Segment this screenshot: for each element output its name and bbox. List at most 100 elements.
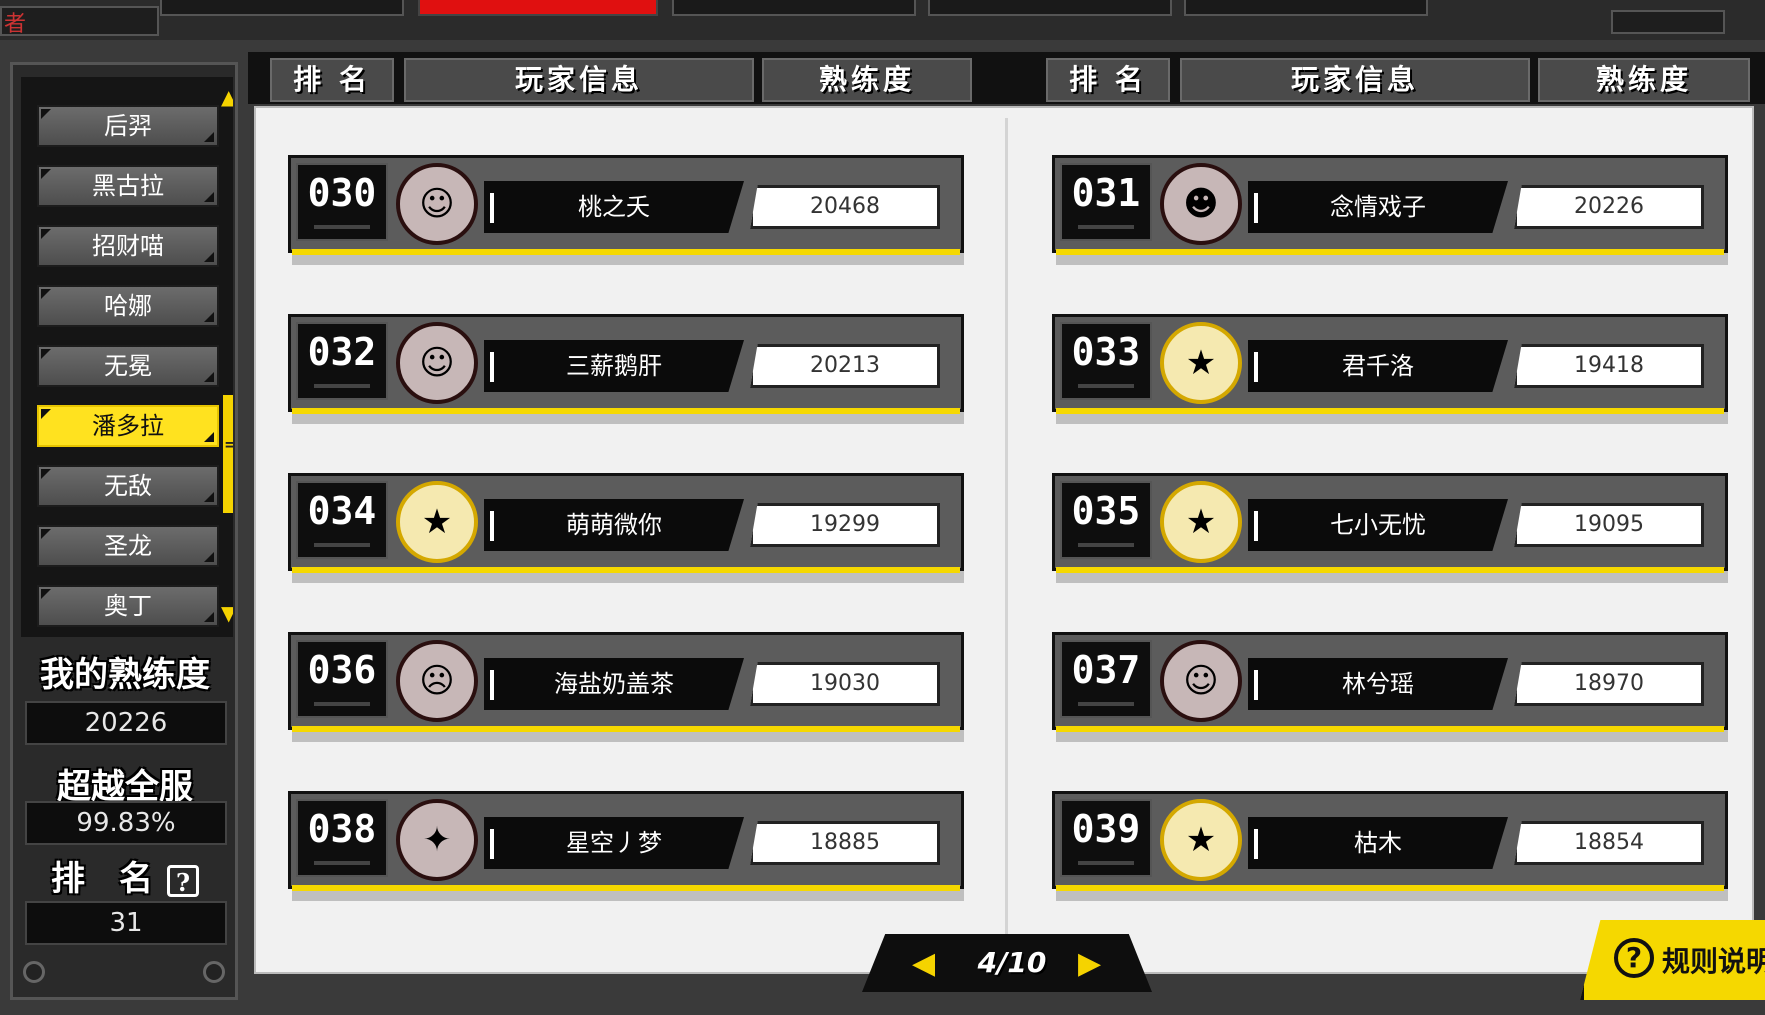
entry-accent [292,726,960,732]
hero-list[interactable]: 后羿黑古拉招财喵哈娜无冕潘多拉无敌圣龙奥丁 ▲ ▼ [21,77,233,637]
rank-number: 038 [296,799,388,877]
entry-accent [292,249,960,255]
top-tab-5[interactable] [1184,0,1428,16]
header-proficiency-right: 熟练度 [1538,58,1750,102]
top-tab-2-active[interactable] [418,0,658,16]
player-name: 萌萌微你 [484,499,744,551]
star-hero-avatar[interactable]: ★ [1160,322,1242,404]
rank-number: 034 [296,481,388,559]
rank-number: 037 [1060,640,1152,718]
hero-item[interactable]: 黑古拉 [37,165,219,207]
rules-label: 规则说明 [1662,945,1765,978]
proficiency-score: 20226 [1514,185,1704,229]
leaderboard-entry: 034 ★ 萌萌微你 19299 [288,473,964,583]
left-panel: 后羿黑古拉招财喵哈娜无冕潘多拉无敌圣龙奥丁 ▲ ▼ 我的熟练度 20226 超越… [10,62,238,1000]
player-name: 星空丿梦 [484,817,744,869]
leaderboard-entry: 031 ☻ 念情戏子 20226 [1052,155,1728,265]
player-name: 君千洛 [1248,340,1508,392]
white-hair-hero-avatar[interactable]: ☺ [396,322,478,404]
hero-item[interactable]: 无冕 [37,345,219,387]
top-left-tab[interactable]: 者 [0,6,159,37]
next-page-icon[interactable]: ▶ [1078,946,1101,981]
entry-accent [292,885,960,891]
header-rank-left: 排 名 [270,58,394,102]
entry-accent [1056,408,1724,414]
star-hero-avatar[interactable]: ★ [396,481,478,563]
top-tab-1[interactable] [160,0,404,16]
rank-label: 排 名 [51,859,153,899]
pager: ◀ 4/10 ▶ [862,934,1152,992]
proficiency-score: 20213 [750,344,940,388]
top-left-label: 者 [4,12,27,37]
rank-number: 031 [1060,163,1152,241]
header-proficiency-left: 熟练度 [762,58,972,102]
hero-item[interactable]: 哈娜 [37,285,219,327]
beat-server-value: 99.83% [25,801,227,845]
white-hair-hero-avatar[interactable]: ☺ [396,163,478,245]
player-name: 海盐奶盖茶 [484,658,744,710]
leaderboard-entry: 032 ☺ 三薪鹅肝 20213 [288,314,964,424]
leaderboard-entry: 033 ★ 君千洛 19418 [1052,314,1728,424]
bolt-icon [203,961,225,983]
leaderboard-entry: 039 ★ 枯木 18854 [1052,791,1728,901]
header-rank-right: 排 名 [1046,58,1170,102]
cat-hero-avatar[interactable]: ☻ [1160,163,1242,245]
scrollbar-thumb[interactable] [223,395,233,513]
star-hero-avatar[interactable]: ★ [1160,481,1242,563]
star-hero-avatar[interactable]: ★ [1160,799,1242,881]
entry-accent [1056,885,1724,891]
rank-number: 039 [1060,799,1152,877]
player-name: 七小无忧 [1248,499,1508,551]
my-proficiency-label: 我的熟练度 [40,655,210,695]
board-divider [1005,118,1008,944]
entry-accent [292,408,960,414]
header-player-left: 玩家信息 [404,58,754,102]
top-right-tab[interactable] [1611,10,1725,34]
entry-accent [1056,567,1724,573]
player-name: 枯木 [1248,817,1508,869]
leaderboard-header: 排 名 玩家信息 熟练度 排 名 玩家信息 熟练度 [248,52,1765,104]
leaderboard-entry: 037 ☺ 林兮瑶 18970 [1052,632,1728,742]
entry-accent [1056,249,1724,255]
player-name: 林兮瑶 [1248,658,1508,710]
top-tab-3[interactable] [672,0,916,16]
scroll-up-icon[interactable]: ▲ [221,85,233,109]
proficiency-score: 19095 [1514,503,1704,547]
rank-number: 030 [296,163,388,241]
my-rank-value: 31 [25,901,227,945]
page-indicator: 4/10 [977,946,1047,979]
proficiency-score: 18885 [750,821,940,865]
leaderboard-entry: 035 ★ 七小无忧 19095 [1052,473,1728,583]
top-tab-4[interactable] [928,0,1172,16]
prev-page-icon[interactable]: ◀ [912,946,935,981]
fox-hero-avatar[interactable]: ☺ [1160,640,1242,722]
leaderboard-entry: 036 ☹ 海盐奶盖茶 19030 [288,632,964,742]
rules-button[interactable]: ? 规则说明 [1580,920,1765,1000]
rank-number: 035 [1060,481,1152,559]
proficiency-score: 19299 [750,503,940,547]
hero-item[interactable]: 无敌 [37,465,219,507]
leaderboard-entry: 030 ☺ 桃之夭 20468 [288,155,964,265]
proficiency-score: 19418 [1514,344,1704,388]
hero-item[interactable]: 招财喵 [37,225,219,267]
hero-item[interactable]: 潘多拉 [37,405,219,447]
masked-hero-avatar[interactable]: ☹ [396,640,478,722]
hero-item[interactable]: 后羿 [37,105,219,147]
my-proficiency-value: 20226 [25,701,227,745]
help-icon[interactable]: ? [167,865,199,897]
proficiency-score: 20468 [750,185,940,229]
entry-accent [292,567,960,573]
question-icon: ? [1614,938,1654,978]
entry-accent [1056,726,1724,732]
scroll-down-icon[interactable]: ▼ [221,601,233,625]
leaderboard-entry: 038 ✦ 星空丿梦 18885 [288,791,964,901]
proficiency-score: 19030 [750,662,940,706]
hero-item[interactable]: 奥丁 [37,585,219,627]
knight-hero-avatar[interactable]: ✦ [396,799,478,881]
hero-item[interactable]: 圣龙 [37,525,219,567]
rank-number: 036 [296,640,388,718]
rank-label-row: 排 名? [25,851,225,900]
proficiency-score: 18854 [1514,821,1704,865]
player-name: 念情戏子 [1248,181,1508,233]
top-bar: 者 [0,0,1765,40]
